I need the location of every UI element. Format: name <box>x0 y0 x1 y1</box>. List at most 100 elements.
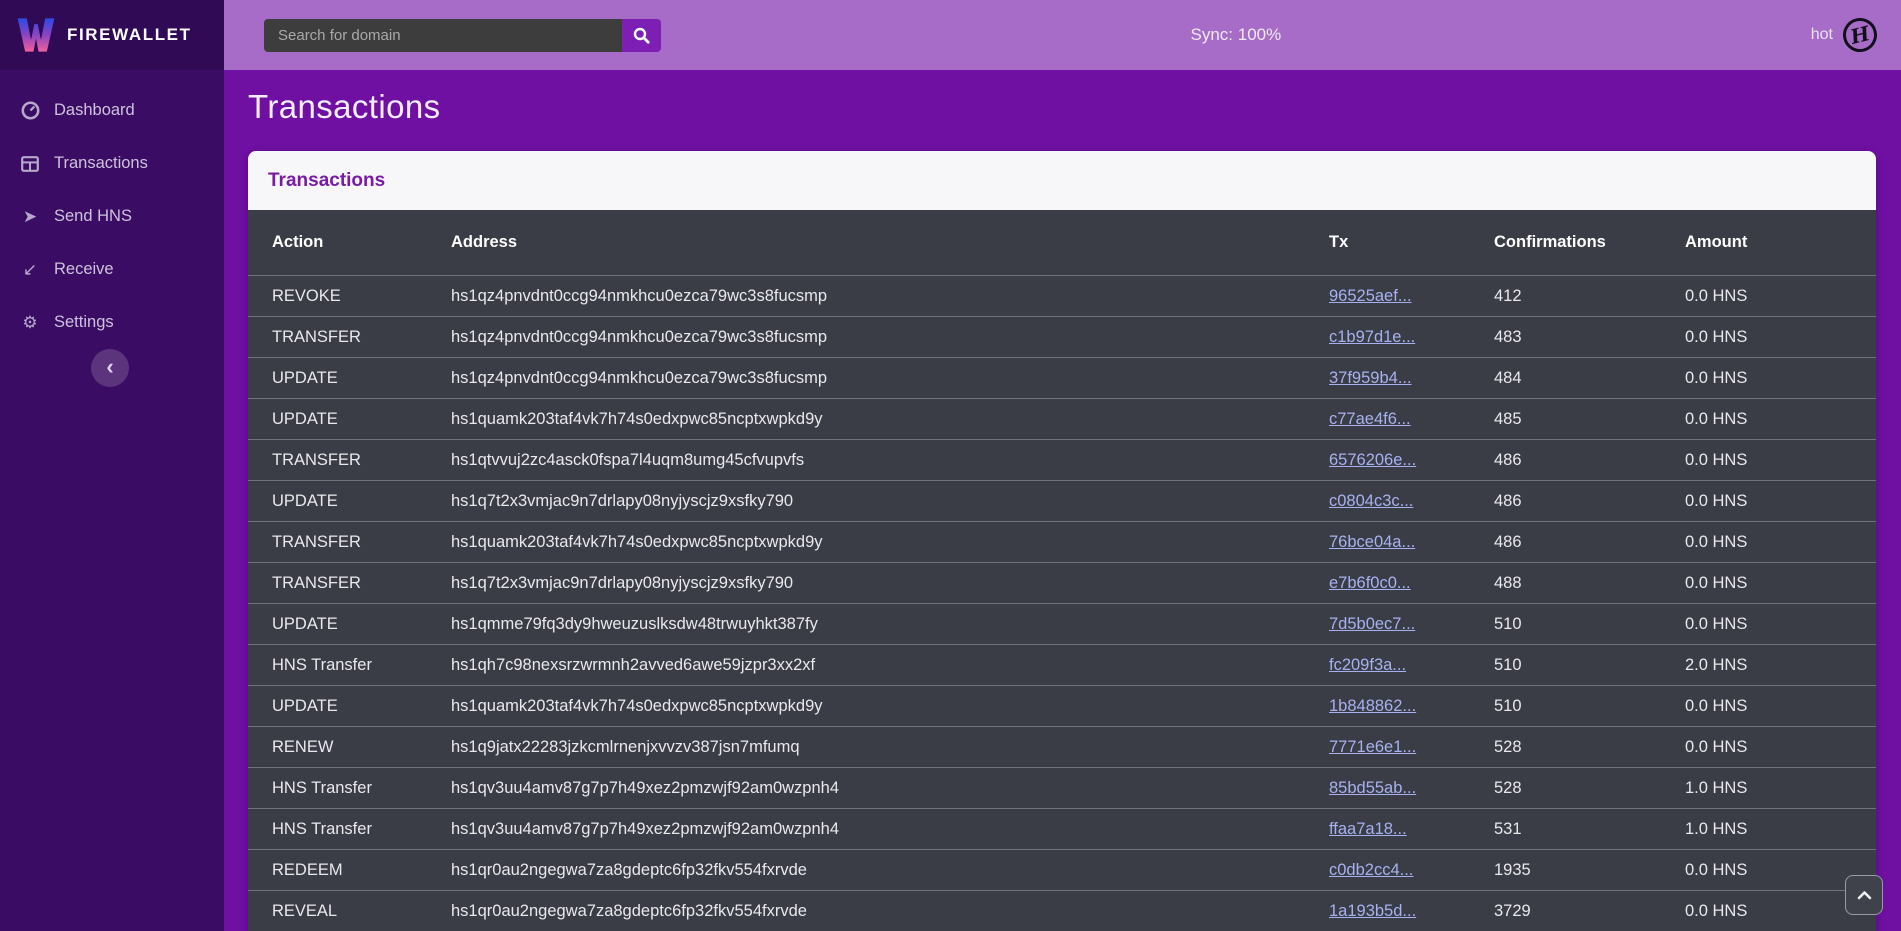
sidebar-item-label: Dashboard <box>54 101 135 120</box>
column-header-action: Action <box>272 233 451 252</box>
sync-status: Sync: 100% <box>661 25 1811 45</box>
table-body: REVOKE hs1qz4pnvdnt0ccg94nmkhcu0ezca79wc… <box>248 275 1876 931</box>
action-cell: UPDATE <box>272 697 451 716</box>
tx-link[interactable]: 37f959b4... <box>1329 369 1412 387</box>
app-window: FIREWALLET Dashboard <box>0 0 1901 931</box>
sidebar-item-receive[interactable]: ↙ Receive <box>0 243 224 296</box>
tx-link[interactable]: c0db2cc4... <box>1329 861 1413 879</box>
amount-cell: 1.0 HNS <box>1685 779 1852 798</box>
confirmations-cell: 412 <box>1494 287 1685 306</box>
action-cell: TRANSFER <box>272 533 451 552</box>
confirmations-cell: 510 <box>1494 615 1685 634</box>
table-row: HNS Transfer hs1qh7c98nexsrzwrmnh2avved6… <box>248 644 1876 685</box>
address-cell: hs1qz4pnvdnt0ccg94nmkhcu0ezca79wc3s8fucs… <box>451 369 1329 388</box>
address-cell: hs1qmme79fq3dy9hweuzuslksdw48trwuyhkt387… <box>451 615 1329 634</box>
address-cell: hs1qtvvuj2zc4asck0fspa7l4uqm8umg45cfvupv… <box>451 451 1329 470</box>
action-cell: UPDATE <box>272 615 451 634</box>
column-header-address: Address <box>451 233 1329 252</box>
confirmations-cell: 528 <box>1494 779 1685 798</box>
table-row: TRANSFER hs1q7t2x3vmjac9n7drlapy08nyjysc… <box>248 562 1876 603</box>
table-row: TRANSFER hs1quamk203taf4vk7h74s0edxpwc85… <box>248 521 1876 562</box>
amount-cell: 0.0 HNS <box>1685 902 1852 921</box>
brand-name: FIREWALLET <box>67 25 192 45</box>
confirmations-cell: 528 <box>1494 738 1685 757</box>
table-row: UPDATE hs1quamk203taf4vk7h74s0edxpwc85nc… <box>248 685 1876 726</box>
table-row: UPDATE hs1q7t2x3vmjac9n7drlapy08nyjyscjz… <box>248 480 1876 521</box>
sidebar-item-send-hns[interactable]: ➤ Send HNS <box>0 190 224 243</box>
address-cell: hs1qr0au2ngegwa7za8gdeptc6fp32fkv554fxrv… <box>451 902 1329 921</box>
confirmations-cell: 510 <box>1494 656 1685 675</box>
action-cell: UPDATE <box>272 369 451 388</box>
confirmations-cell: 484 <box>1494 369 1685 388</box>
action-cell: RENEW <box>272 738 451 757</box>
sidebar-item-label: Receive <box>54 260 114 279</box>
amount-cell: 0.0 HNS <box>1685 451 1852 470</box>
address-cell: hs1q7t2x3vmjac9n7drlapy08nyjyscjz9xsfky7… <box>451 492 1329 511</box>
sidebar-collapse-button[interactable]: ‹ <box>91 349 129 387</box>
action-cell: REVEAL <box>272 902 451 921</box>
tx-link[interactable]: 1a193b5d... <box>1329 902 1416 920</box>
tx-link[interactable]: 76bce04a... <box>1329 533 1415 551</box>
page-title: Transactions <box>248 88 1876 126</box>
tx-link[interactable]: fc209f3a... <box>1329 656 1406 674</box>
domain-search-form <box>264 19 661 52</box>
search-input[interactable] <box>264 19 622 52</box>
tx-link[interactable]: 6576206e... <box>1329 451 1416 469</box>
scroll-to-top-button[interactable] <box>1845 875 1883 915</box>
tx-link[interactable]: c1b97d1e... <box>1329 328 1415 346</box>
action-cell: REDEEM <box>272 861 451 880</box>
amount-cell: 0.0 HNS <box>1685 410 1852 429</box>
action-cell: TRANSFER <box>272 451 451 470</box>
tx-link[interactable]: c77ae4f6... <box>1329 410 1411 428</box>
tx-link[interactable]: 85bd55ab... <box>1329 779 1416 797</box>
address-cell: hs1qz4pnvdnt0ccg94nmkhcu0ezca79wc3s8fucs… <box>451 287 1329 306</box>
table-row: REVOKE hs1qz4pnvdnt0ccg94nmkhcu0ezca79wc… <box>248 275 1876 316</box>
tx-link[interactable]: 96525aef... <box>1329 287 1412 305</box>
amount-cell: 0.0 HNS <box>1685 369 1852 388</box>
address-cell: hs1quamk203taf4vk7h74s0edxpwc85ncptxwpkd… <box>451 697 1329 716</box>
send-icon: ➤ <box>18 208 42 225</box>
main-area: Transactions Transactions Action Address… <box>224 70 1901 931</box>
amount-cell: 0.0 HNS <box>1685 533 1852 552</box>
tx-link[interactable]: e7b6f0c0... <box>1329 574 1411 592</box>
action-cell: UPDATE <box>272 492 451 511</box>
sidebar-item-dashboard[interactable]: Dashboard <box>0 84 224 137</box>
action-cell: HNS Transfer <box>272 779 451 798</box>
confirmations-cell: 1935 <box>1494 861 1685 880</box>
content-column: Sync: 100% hot H Transactions Transactio… <box>224 0 1901 931</box>
card-title: Transactions <box>248 151 1876 210</box>
handshake-icon: H <box>1839 14 1880 55</box>
tx-link[interactable]: 7771e6e1... <box>1329 738 1416 756</box>
amount-cell: 0.0 HNS <box>1685 861 1852 880</box>
transactions-card: Transactions Action Address Tx Confirmat… <box>248 151 1876 931</box>
sidebar-item-transactions[interactable]: Transactions <box>0 137 224 190</box>
sidebar-item-label: Transactions <box>54 154 148 173</box>
tx-link[interactable]: c0804c3c... <box>1329 492 1413 510</box>
action-cell: UPDATE <box>272 410 451 429</box>
search-icon <box>633 27 650 44</box>
table-row: UPDATE hs1qmme79fq3dy9hweuzuslksdw48trwu… <box>248 603 1876 644</box>
address-cell: hs1qr0au2ngegwa7za8gdeptc6fp32fkv554fxrv… <box>451 861 1329 880</box>
dashboard-icon <box>18 101 42 120</box>
confirmations-cell: 486 <box>1494 492 1685 511</box>
brand-header: FIREWALLET <box>0 0 224 70</box>
amount-cell: 0.0 HNS <box>1685 697 1852 716</box>
sidebar-item-settings[interactable]: ⚙ Settings <box>0 296 224 349</box>
tx-link[interactable]: ffaa7a18... <box>1329 820 1407 838</box>
confirmations-cell: 531 <box>1494 820 1685 839</box>
wallet-selector[interactable]: hot H <box>1811 18 1877 52</box>
confirmations-cell: 483 <box>1494 328 1685 347</box>
amount-cell: 0.0 HNS <box>1685 574 1852 593</box>
table-row: HNS Transfer hs1qv3uu4amv87g7p7h49xez2pm… <box>248 767 1876 808</box>
table-row: UPDATE hs1qz4pnvdnt0ccg94nmkhcu0ezca79wc… <box>248 357 1876 398</box>
sidebar-item-label: Send HNS <box>54 207 132 226</box>
tx-link[interactable]: 1b848862... <box>1329 697 1416 715</box>
chevron-up-icon <box>1857 890 1872 900</box>
action-cell: HNS Transfer <box>272 656 451 675</box>
address-cell: hs1qh7c98nexsrzwrmnh2avved6awe59jzpr3xx2… <box>451 656 1329 675</box>
address-cell: hs1qz4pnvdnt0ccg94nmkhcu0ezca79wc3s8fucs… <box>451 328 1329 347</box>
search-button[interactable] <box>622 19 661 52</box>
amount-cell: 2.0 HNS <box>1685 656 1852 675</box>
tx-link[interactable]: 7d5b0ec7... <box>1329 615 1415 633</box>
table-header-row: Action Address Tx Confirmations Amount <box>248 210 1876 275</box>
